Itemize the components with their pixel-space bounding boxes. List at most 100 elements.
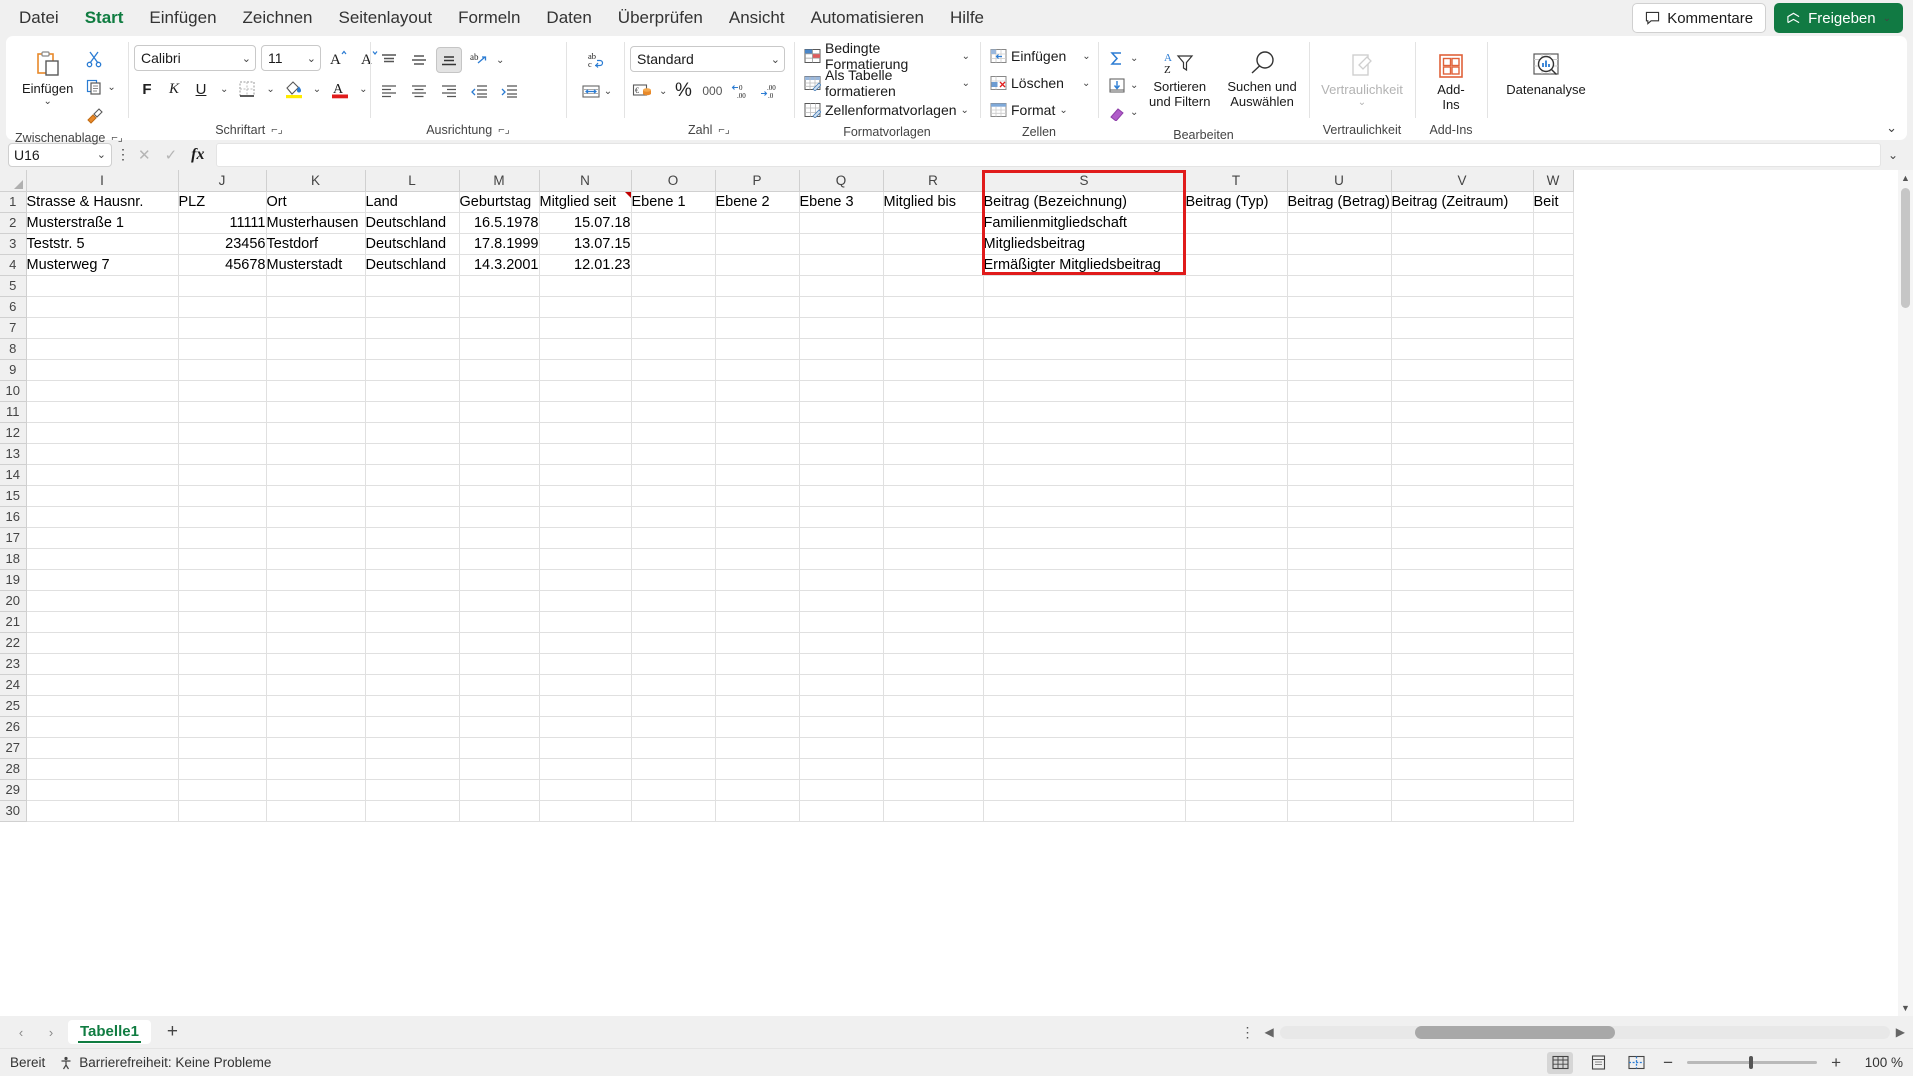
cell-K6[interactable] xyxy=(266,296,366,318)
cell-S12[interactable] xyxy=(983,422,1186,444)
cell-M18[interactable] xyxy=(459,548,540,570)
column-header-i[interactable]: I xyxy=(26,170,179,192)
cell-R10[interactable] xyxy=(883,380,984,402)
cell-M7[interactable] xyxy=(459,317,540,339)
cell-U16[interactable] xyxy=(1287,506,1392,528)
cell-Q16[interactable] xyxy=(799,506,884,528)
align-bottom-button[interactable] xyxy=(436,47,462,73)
cell-M5[interactable] xyxy=(459,275,540,297)
cell-J8[interactable] xyxy=(178,338,267,360)
row-header-1[interactable]: 1 xyxy=(0,191,27,213)
column-header-n[interactable]: N xyxy=(539,170,632,192)
cell-styles-button[interactable]: Zellenformatvorlagen ⌄ xyxy=(800,98,973,122)
cell-V16[interactable] xyxy=(1391,506,1534,528)
cell-U12[interactable] xyxy=(1287,422,1392,444)
align-right-button[interactable] xyxy=(436,78,462,104)
cell-I29[interactable] xyxy=(26,779,179,801)
cell-J16[interactable] xyxy=(178,506,267,528)
cell-O9[interactable] xyxy=(631,359,716,381)
cell-L9[interactable] xyxy=(365,359,460,381)
row-header-29[interactable]: 29 xyxy=(0,779,27,801)
cell-P24[interactable] xyxy=(715,674,800,696)
cell-S5[interactable] xyxy=(983,275,1186,297)
tab-einfuegen[interactable]: Einfügen xyxy=(136,3,229,34)
tab-hilfe[interactable]: Hilfe xyxy=(937,3,997,34)
row-header-3[interactable]: 3 xyxy=(0,233,27,255)
cell-P8[interactable] xyxy=(715,338,800,360)
cell-S20[interactable] xyxy=(983,590,1186,612)
cell-Q10[interactable] xyxy=(799,380,884,402)
tab-seitenlayout[interactable]: Seitenlayout xyxy=(325,3,445,34)
cell-V28[interactable] xyxy=(1391,758,1534,780)
cell-I4[interactable]: Musterweg 7 xyxy=(26,254,179,276)
cell-L29[interactable] xyxy=(365,779,460,801)
cell-J11[interactable] xyxy=(178,401,267,423)
cell-V26[interactable] xyxy=(1391,716,1534,738)
paste-button[interactable]: Einfügen ⌄ xyxy=(16,42,79,109)
cell-J21[interactable] xyxy=(178,611,267,633)
cell-T23[interactable] xyxy=(1185,653,1288,675)
cell-O30[interactable] xyxy=(631,800,716,822)
addins-button[interactable]: Add- Ins xyxy=(1429,46,1473,116)
cell-Q21[interactable] xyxy=(799,611,884,633)
cell-U18[interactable] xyxy=(1287,548,1392,570)
cell-P6[interactable] xyxy=(715,296,800,318)
cell-L3[interactable]: Deutschland xyxy=(365,233,460,255)
cell-I19[interactable] xyxy=(26,569,179,591)
share-button[interactable]: Freigeben ⌄ xyxy=(1774,3,1903,33)
cell-U19[interactable] xyxy=(1287,569,1392,591)
cell-L6[interactable] xyxy=(365,296,460,318)
cell-J29[interactable] xyxy=(178,779,267,801)
cell-O28[interactable] xyxy=(631,758,716,780)
align-middle-button[interactable] xyxy=(406,47,432,73)
formula-input[interactable] xyxy=(216,142,1881,167)
cell-P10[interactable] xyxy=(715,380,800,402)
column-header-j[interactable]: J xyxy=(178,170,267,192)
tab-start[interactable]: Start xyxy=(72,3,137,39)
column-header-r[interactable]: R xyxy=(883,170,984,192)
row-header-14[interactable]: 14 xyxy=(0,464,27,486)
cell-K7[interactable] xyxy=(266,317,366,339)
cell-W26[interactable] xyxy=(1533,716,1574,738)
bold-button[interactable]: F xyxy=(134,76,160,102)
cell-V25[interactable] xyxy=(1391,695,1534,717)
increase-font-size-button[interactable]: A xyxy=(326,45,352,71)
cell-R2[interactable] xyxy=(883,212,984,234)
cell-P17[interactable] xyxy=(715,527,800,549)
cell-N20[interactable] xyxy=(539,590,632,612)
increase-decimal-button[interactable]: 0.00 xyxy=(728,78,754,104)
cell-O2[interactable] xyxy=(631,212,716,234)
cell-W4[interactable] xyxy=(1533,254,1574,276)
cell-T20[interactable] xyxy=(1185,590,1288,612)
cell-J12[interactable] xyxy=(178,422,267,444)
cell-O27[interactable] xyxy=(631,737,716,759)
cell-R28[interactable] xyxy=(883,758,984,780)
cell-U28[interactable] xyxy=(1287,758,1392,780)
cell-S21[interactable] xyxy=(983,611,1186,633)
cell-J3[interactable]: 23456 xyxy=(178,233,267,255)
cell-L18[interactable] xyxy=(365,548,460,570)
cell-P16[interactable] xyxy=(715,506,800,528)
cell-N11[interactable] xyxy=(539,401,632,423)
cell-J5[interactable] xyxy=(178,275,267,297)
cell-T10[interactable] xyxy=(1185,380,1288,402)
cell-K11[interactable] xyxy=(266,401,366,423)
cell-O4[interactable] xyxy=(631,254,716,276)
cell-T26[interactable] xyxy=(1185,716,1288,738)
row-header-30[interactable]: 30 xyxy=(0,800,27,822)
cell-K14[interactable] xyxy=(266,464,366,486)
cell-U24[interactable] xyxy=(1287,674,1392,696)
zoom-in-button[interactable]: + xyxy=(1829,1053,1843,1073)
row-header-17[interactable]: 17 xyxy=(0,527,27,549)
cell-V14[interactable] xyxy=(1391,464,1534,486)
cell-U1[interactable]: Beitrag (Betrag) xyxy=(1287,191,1392,213)
cell-V9[interactable] xyxy=(1391,359,1534,381)
cell-T25[interactable] xyxy=(1185,695,1288,717)
cell-T4[interactable] xyxy=(1185,254,1288,276)
cell-K19[interactable] xyxy=(266,569,366,591)
cell-W3[interactable] xyxy=(1533,233,1574,255)
cell-J14[interactable] xyxy=(178,464,267,486)
cell-T16[interactable] xyxy=(1185,506,1288,528)
cell-M20[interactable] xyxy=(459,590,540,612)
cell-N1[interactable]: Mitglied seit xyxy=(539,191,632,213)
